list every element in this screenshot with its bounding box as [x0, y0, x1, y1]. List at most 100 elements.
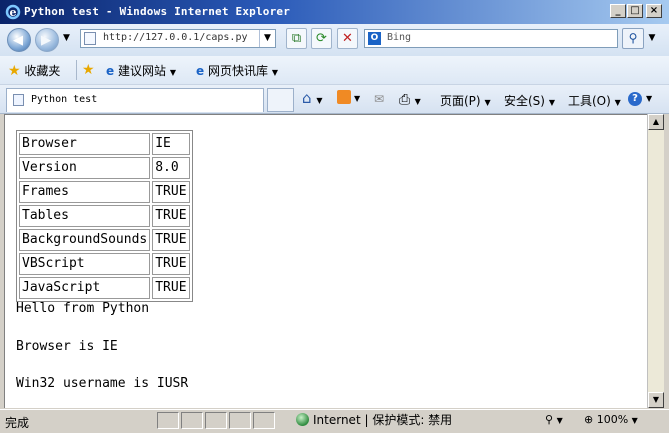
add-to-favorites-bar-button[interactable]: ★	[82, 62, 95, 78]
capability-value: TRUE	[152, 205, 190, 227]
page-status-icon[interactable]: ⚲ ▼	[545, 413, 563, 426]
table-row: Tables TRUE	[19, 205, 190, 227]
history-dropdown-button[interactable]: ▼	[63, 33, 70, 43]
search-button[interactable]: ⚲	[622, 28, 644, 49]
table-row: Frames TRUE	[19, 181, 190, 203]
suggested-sites-label: 建议网站	[117, 64, 166, 78]
favorites-label: 收藏夹	[24, 64, 61, 78]
forward-button[interactable]: ▶	[35, 28, 59, 52]
add-favorite-icon: ★	[82, 62, 95, 78]
address-dropdown-icon[interactable]: ▼	[259, 30, 275, 47]
security-zone[interactable]: Internet | 保护模式: 禁用	[296, 412, 452, 429]
chevron-down-icon: ▼	[271, 68, 278, 77]
table-row: VBScript TRUE	[19, 253, 190, 275]
help-dropdown[interactable]: ▼	[646, 94, 652, 103]
search-placeholder[interactable]: Bing	[387, 32, 411, 43]
status-segment	[229, 412, 251, 429]
capability-value: 8.0	[152, 157, 190, 179]
status-segment	[253, 412, 275, 429]
close-button[interactable]: ×	[646, 4, 662, 18]
mail-button[interactable]: ✉	[374, 92, 384, 106]
feeds-button[interactable]	[337, 90, 351, 104]
capability-name: Browser	[19, 133, 151, 155]
status-segment	[205, 412, 227, 429]
back-button[interactable]: ◀	[7, 28, 31, 52]
minimize-button[interactable]: _	[610, 4, 626, 18]
scroll-down-button[interactable]: ▼	[648, 392, 664, 408]
capability-name: Version	[19, 157, 151, 179]
title-bar[interactable]: e Python test - Windows Internet Explore…	[0, 0, 669, 24]
internet-globe-icon	[296, 413, 309, 426]
help-button[interactable]: ?	[628, 92, 642, 106]
tab-title: Python test	[31, 94, 98, 105]
vertical-scrollbar[interactable]: ▲ ▼	[647, 114, 664, 408]
page-menu[interactable]: 页面(P) ▼	[440, 92, 491, 109]
mail-icon: ✉	[374, 92, 385, 106]
search-icon: ⚲	[628, 31, 638, 45]
chevron-down-icon: ▼	[631, 416, 638, 425]
new-tab-button[interactable]	[267, 88, 294, 112]
maximize-button[interactable]: □	[627, 4, 643, 18]
window-title: Python test - Windows Internet Explorer	[24, 5, 291, 18]
address-bar[interactable]: http://127.0.0.1/caps.py ▼	[80, 29, 276, 48]
capability-value: TRUE	[152, 229, 190, 251]
table-row: Browser IE	[19, 133, 190, 155]
scroll-up-button[interactable]: ▲	[648, 114, 664, 130]
capability-value: TRUE	[152, 253, 190, 275]
ie-page-icon: e	[196, 64, 205, 78]
tools-menu[interactable]: 工具(O) ▼	[568, 92, 621, 109]
page-menu-label: 页面(P)	[440, 94, 481, 108]
refresh-button[interactable]: ⟳	[311, 28, 332, 49]
stop-icon: ✕	[342, 31, 353, 46]
favorites-star-icon: ★	[8, 63, 21, 79]
search-options-dropdown[interactable]: ▼	[645, 28, 659, 49]
ie-logo-icon: e	[5, 4, 21, 20]
table-row: BackgroundSounds TRUE	[19, 229, 190, 251]
capability-value: IE	[152, 133, 190, 155]
tab-python-test[interactable]: Python test	[6, 88, 264, 112]
safety-menu[interactable]: 安全(S) ▼	[504, 92, 555, 109]
status-text: 完成	[5, 416, 30, 430]
hello-text: Hello from Python	[16, 301, 150, 316]
page-icon	[84, 32, 96, 45]
capability-name: Frames	[19, 181, 151, 203]
print-button[interactable]: ⎙ ▼	[399, 92, 421, 108]
page-content: Browser IE Version 8.0 Frames TRUE Tables TRUE B…	[4, 114, 647, 408]
compatibility-view-button[interactable]: ⧉	[286, 28, 307, 49]
back-arrow-icon: ◀	[13, 33, 23, 48]
svg-text:e: e	[10, 6, 17, 19]
address-url[interactable]: http://127.0.0.1/caps.py	[103, 32, 248, 43]
capability-name: JavaScript	[19, 277, 151, 299]
status-segment	[181, 412, 203, 429]
home-icon: ⌂	[302, 89, 312, 107]
ie-page-icon: e	[106, 64, 115, 78]
zoom-control[interactable]: ⊕ 100% ▼	[584, 413, 638, 426]
bing-logo-icon: O	[368, 32, 381, 45]
table-row: Version 8.0	[19, 157, 190, 179]
printer-icon: ⎙	[399, 92, 411, 108]
capability-value: TRUE	[152, 277, 190, 299]
zoom-icon: ⊕	[584, 413, 594, 426]
divider	[76, 60, 77, 80]
capability-name: Tables	[19, 205, 151, 227]
capability-value: TRUE	[152, 181, 190, 203]
suggested-sites-button[interactable]: e 建议网站 ▼	[106, 62, 176, 79]
web-slice-gallery-label: 网页快讯库	[207, 64, 268, 78]
page-icon	[13, 94, 24, 106]
tools-menu-label: 工具(O)	[568, 94, 611, 108]
compatibility-view-icon: ⧉	[291, 31, 302, 46]
refresh-icon: ⟳	[316, 31, 327, 46]
chevron-down-icon: ▼	[169, 68, 176, 77]
stop-button[interactable]: ✕	[337, 28, 358, 49]
feeds-dropdown[interactable]: ▼	[354, 94, 360, 103]
home-button[interactable]: ⌂ ▼	[302, 89, 322, 107]
safety-menu-label: 安全(S)	[504, 94, 545, 108]
search-box[interactable]: O Bing	[364, 29, 618, 48]
table-row: JavaScript TRUE	[19, 277, 190, 299]
username-text: Win32 username is IUSR	[16, 376, 189, 391]
web-slice-gallery-button[interactable]: e 网页快讯库 ▼	[196, 62, 278, 79]
browser-text: Browser is IE	[16, 339, 118, 354]
zoom-level: 100%	[596, 413, 629, 426]
capability-name: VBScript	[19, 253, 151, 275]
favorites-button[interactable]: ★ 收藏夹	[8, 62, 60, 79]
